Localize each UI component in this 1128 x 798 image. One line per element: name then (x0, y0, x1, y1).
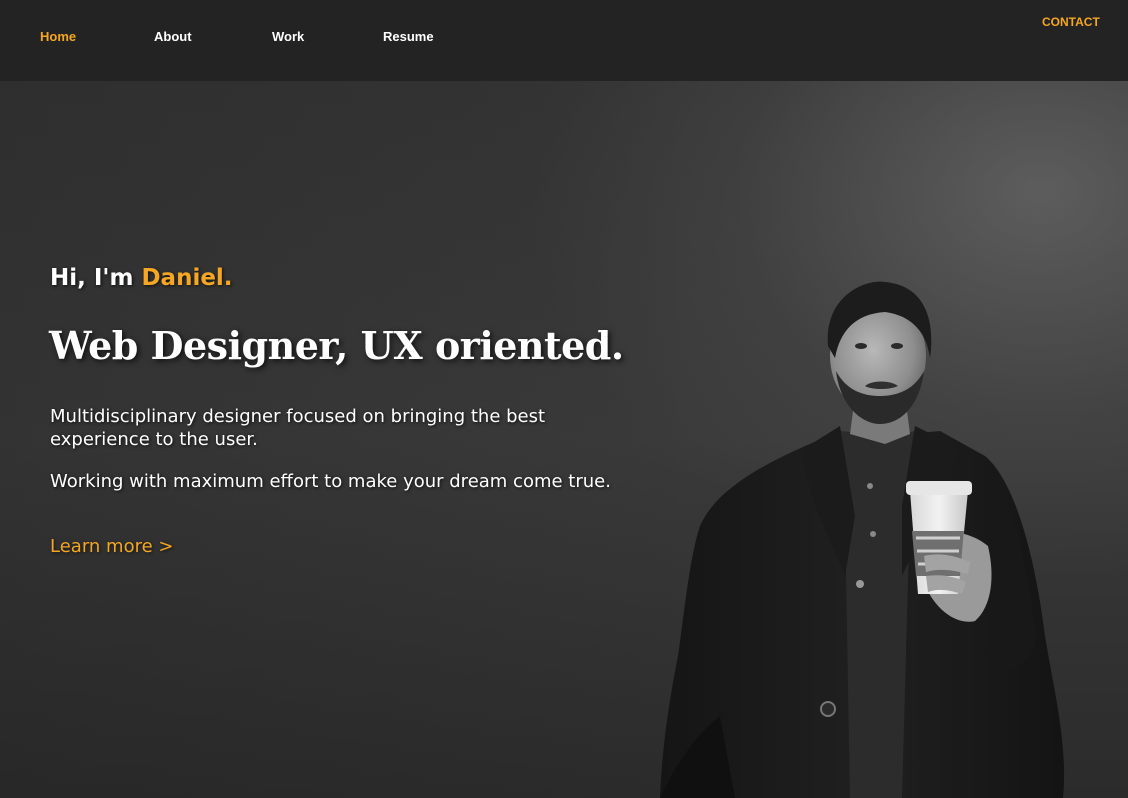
hero-greeting: Hi, I'm Daniel. (50, 264, 233, 292)
hero-paragraph-1: Multidisciplinary designer focused on br… (50, 406, 546, 450)
hero-headline: Web Designer, UX oriented. (49, 323, 624, 368)
nav-resume-link[interactable]: Resume (383, 29, 434, 44)
nav-work-link[interactable]: Work (272, 29, 304, 44)
nav-contact-link[interactable]: CONTACT (1042, 15, 1100, 29)
top-navbar: Home About Work Resume CONTACT (0, 0, 1128, 81)
greeting-name: Daniel. (141, 265, 233, 291)
nav-about-link[interactable]: About (154, 29, 192, 44)
nav-home-link[interactable]: Home (40, 29, 76, 44)
greeting-prefix: Hi, I'm (50, 265, 142, 291)
portrait-photo (660, 281, 1065, 798)
hero-paragraph-2: Working with maximum effort to make your… (50, 471, 611, 492)
learn-more-link[interactable]: Learn more > (50, 535, 173, 558)
hero-section: Hi, I'm Daniel. Web Designer, UX oriente… (0, 81, 1128, 798)
